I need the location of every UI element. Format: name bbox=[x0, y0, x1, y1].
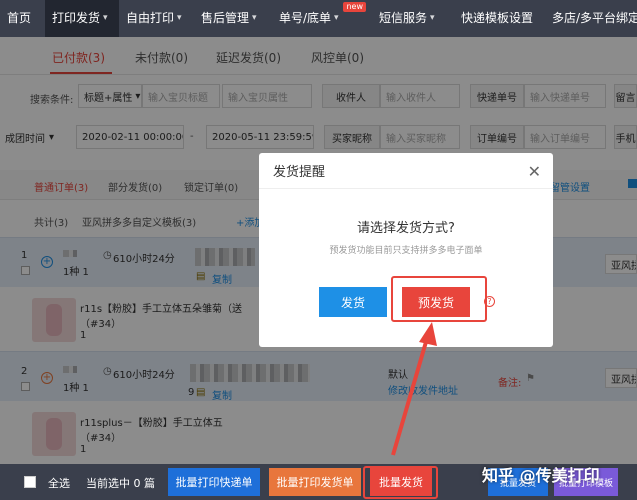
watermark: 知乎 @传美打印 bbox=[482, 466, 600, 485]
annotation-arrow bbox=[391, 322, 437, 456]
